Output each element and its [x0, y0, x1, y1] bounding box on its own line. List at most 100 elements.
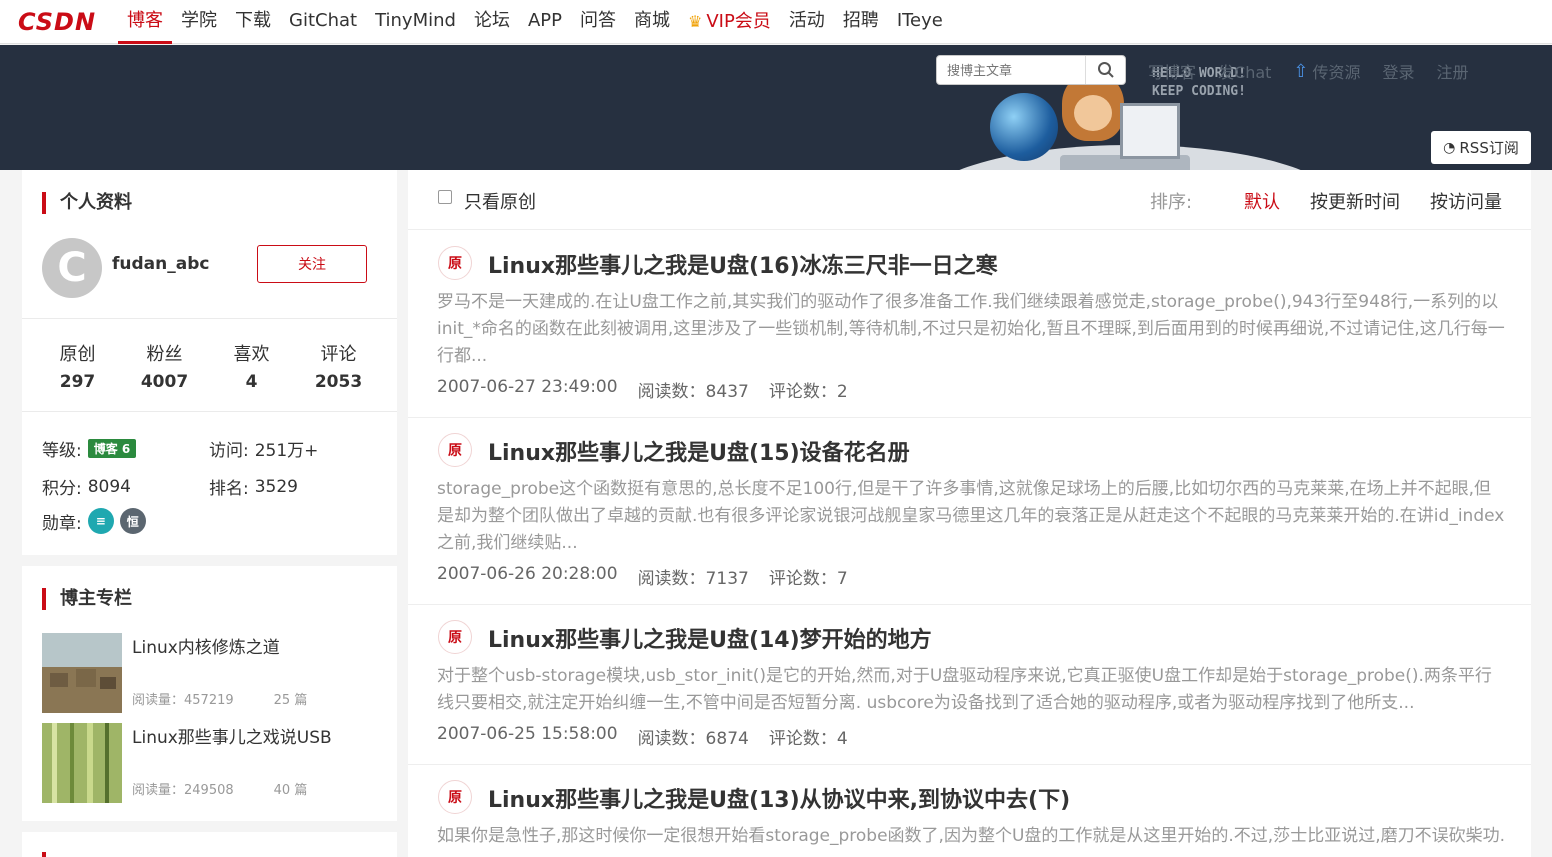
- globe-illustration: [990, 93, 1058, 161]
- blog-banner: HELLO WORLD! KEEP CODING! 写博客 发Chat ⇧ 传资…: [0, 45, 1552, 170]
- article-summary[interactable]: 对于整个usb-storage模块,usb_stor_init()是它的开始,然…: [437, 663, 1507, 717]
- stat-comments[interactable]: 评论 2053: [295, 340, 382, 392]
- nav-item-academy[interactable]: 学院: [172, 0, 226, 44]
- post-chat-link[interactable]: 发Chat: [1218, 59, 1271, 83]
- article-title[interactable]: Linux那些事儿之我是U盘(13)从协议中来,到协议中去(下): [488, 782, 1070, 814]
- columns-title: 博主专栏: [42, 588, 132, 610]
- sidebar-card-partial: [22, 832, 397, 857]
- search-button[interactable]: [1085, 56, 1125, 84]
- write-blog-link[interactable]: 写博客: [1148, 59, 1196, 83]
- rss-button[interactable]: ◔ RSS订阅: [1431, 131, 1531, 164]
- article-list: 只看原创 排序: 默认 按更新时间 按访问量 原 Linux那些事儿之我是U盘(…: [408, 170, 1531, 857]
- column-title: Linux内核修炼之道: [132, 638, 280, 658]
- article-summary[interactable]: 罗马不是一天建成的.在让U盘工作之前,其实我们的驱动作了很多准备工作.我们继续跟…: [437, 289, 1507, 370]
- nav-item-qa[interactable]: 问答: [571, 0, 625, 44]
- nav-item-forum[interactable]: 论坛: [465, 0, 519, 44]
- level-row: 等级: 博客 6: [42, 436, 137, 461]
- only-original-label[interactable]: 只看原创: [464, 188, 536, 214]
- article-date: 2007-06-25 15:58:00: [437, 724, 618, 744]
- upload-resource-link[interactable]: ⇧ 传资源: [1293, 59, 1360, 83]
- article-comments[interactable]: 评论数：4: [769, 724, 848, 749]
- sort-by-views[interactable]: 按访问量: [1430, 188, 1502, 214]
- register-link[interactable]: 注册: [1437, 59, 1469, 83]
- article-item: 原 Linux那些事儿之我是U盘(15)设备花名册 storage_probe这…: [408, 418, 1531, 605]
- article-summary[interactable]: 如果你是急性子,那这时候你一定很想开始看storage_probe函数了,因为整…: [437, 823, 1507, 857]
- original-badge: 原: [438, 433, 472, 467]
- column-meta: 阅读量：457219 25 篇: [132, 693, 308, 708]
- article-meta: 2007-06-26 20:28:00 阅读数：7137 评论数：7: [437, 564, 848, 589]
- filter-bar: 只看原创 排序: 默认 按更新时间 按访问量: [408, 170, 1531, 230]
- blog-search: [936, 55, 1126, 85]
- nav-item-jobs[interactable]: 招聘: [834, 0, 888, 44]
- profile-stats: 原创 297 粉丝 4007 喜欢 4 评论 2053: [22, 340, 397, 392]
- columns-card: 博主专栏 Linux内核修炼之道 阅读量：457219 25 篇 Linux那些…: [22, 566, 397, 821]
- banner-tool-links: 写博客 发Chat ⇧ 传资源 登录 注册: [1148, 59, 1469, 83]
- nav-item-app[interactable]: APP: [519, 0, 571, 44]
- search-icon: [1097, 62, 1114, 78]
- original-badge: 原: [438, 246, 472, 280]
- username[interactable]: fudan_abc: [112, 254, 209, 274]
- column-thumbnail: [42, 633, 122, 713]
- follow-button[interactable]: 关注: [257, 245, 367, 283]
- sort-default[interactable]: 默认: [1244, 188, 1280, 214]
- nav-item-tinymind[interactable]: TinyMind: [366, 0, 465, 44]
- level-badge[interactable]: 博客 6: [87, 439, 137, 458]
- rss-icon: ◔: [1443, 139, 1456, 156]
- nav-links: 博客 学院 下载 GitChat TinyMind 论坛 APP 问答 商城 ♛…: [118, 0, 952, 44]
- article-date: 2007-06-27 23:49:00: [437, 377, 618, 397]
- article-reads: 阅读数：8437: [637, 382, 749, 402]
- rank-row: 排名: 3529: [209, 476, 298, 500]
- column-title: Linux那些事儿之戏说USB: [132, 728, 332, 748]
- stat-fans[interactable]: 粉丝 4007: [121, 340, 208, 392]
- nav-item-gitchat[interactable]: GitChat: [280, 0, 366, 44]
- article-comments[interactable]: 评论数：7: [769, 564, 848, 589]
- article-item: 原 Linux那些事儿之我是U盘(14)梦开始的地方 对于整个usb-stora…: [408, 605, 1531, 765]
- article-comments[interactable]: 评论数：2: [769, 377, 848, 402]
- top-nav: CSDN 博客 学院 下载 GitChat TinyMind 论坛 APP 问答…: [0, 0, 1552, 44]
- nav-item-vip[interactable]: ♛ VIP会员: [679, 0, 780, 44]
- visits-row: 访问: 251万+: [209, 441, 319, 461]
- article-title[interactable]: Linux那些事儿之我是U盘(15)设备花名册: [488, 435, 910, 467]
- sort-label: 排序:: [1150, 192, 1193, 213]
- divider: [22, 411, 397, 412]
- csdn-logo[interactable]: CSDN: [18, 8, 96, 36]
- medals-row: 勋章: ≡ 恒: [42, 508, 146, 534]
- card-accent: [42, 852, 46, 857]
- divider: [22, 318, 397, 319]
- profile-title: 个人资料: [42, 192, 132, 214]
- column-item[interactable]: Linux那些事儿之戏说USB 阅读量：249508 40 篇: [42, 723, 382, 803]
- article-meta: 2007-06-27 23:49:00 阅读数：8437 评论数：2: [437, 377, 848, 402]
- article-meta: 2007-06-25 15:58:00 阅读数：6874 评论数：4: [437, 724, 848, 749]
- search-input[interactable]: [939, 58, 1085, 82]
- stat-original[interactable]: 原创 297: [34, 340, 121, 392]
- login-link[interactable]: 登录: [1383, 59, 1415, 83]
- vip-label: VIP会员: [706, 11, 771, 32]
- monkey-face: [1074, 95, 1112, 131]
- original-badge: 原: [438, 620, 472, 654]
- nav-item-mall[interactable]: 商城: [625, 0, 679, 44]
- column-thumbnail: [42, 723, 122, 803]
- stat-likes[interactable]: 喜欢 4: [208, 340, 295, 392]
- sort-by-update[interactable]: 按更新时间: [1310, 188, 1400, 214]
- nav-item-blog[interactable]: 博客: [118, 0, 172, 44]
- article-reads: 阅读数：7137: [637, 569, 749, 589]
- column-item[interactable]: Linux内核修炼之道 阅读量：457219 25 篇: [42, 633, 382, 713]
- persistence-medal-icon[interactable]: 恒: [119, 508, 146, 534]
- nav-item-download[interactable]: 下载: [226, 0, 280, 44]
- upload-icon: ⇧: [1293, 60, 1309, 82]
- article-title[interactable]: Linux那些事儿之我是U盘(14)梦开始的地方: [488, 622, 932, 654]
- article-reads: 阅读数：6874: [637, 729, 749, 749]
- article-summary[interactable]: storage_probe这个函数挺有意思的,总长度不足100行,但是干了许多事…: [437, 476, 1507, 557]
- only-original-checkbox[interactable]: [438, 190, 452, 204]
- article-item: 原 Linux那些事儿之我是U盘(13)从协议中来,到协议中去(下) 如果你是急…: [408, 765, 1531, 857]
- profile-card: 个人资料 C fudan_abc 关注 原创 297 粉丝 4007 喜欢 4 …: [22, 170, 397, 555]
- monitor-illustration: [1120, 103, 1180, 159]
- nav-item-events[interactable]: 活动: [780, 0, 834, 44]
- column-meta: 阅读量：249508 40 篇: [132, 783, 308, 798]
- article-item: 原 Linux那些事儿之我是U盘(16)冰冻三尺非一日之寒 罗马不是一天建成的.…: [408, 231, 1531, 418]
- list-medal-icon[interactable]: ≡: [87, 508, 114, 534]
- article-title[interactable]: Linux那些事儿之我是U盘(16)冰冻三尺非一日之寒: [488, 248, 998, 280]
- nav-item-iteye[interactable]: ITeye: [888, 0, 952, 44]
- original-badge: 原: [438, 780, 472, 814]
- avatar[interactable]: C: [42, 238, 102, 298]
